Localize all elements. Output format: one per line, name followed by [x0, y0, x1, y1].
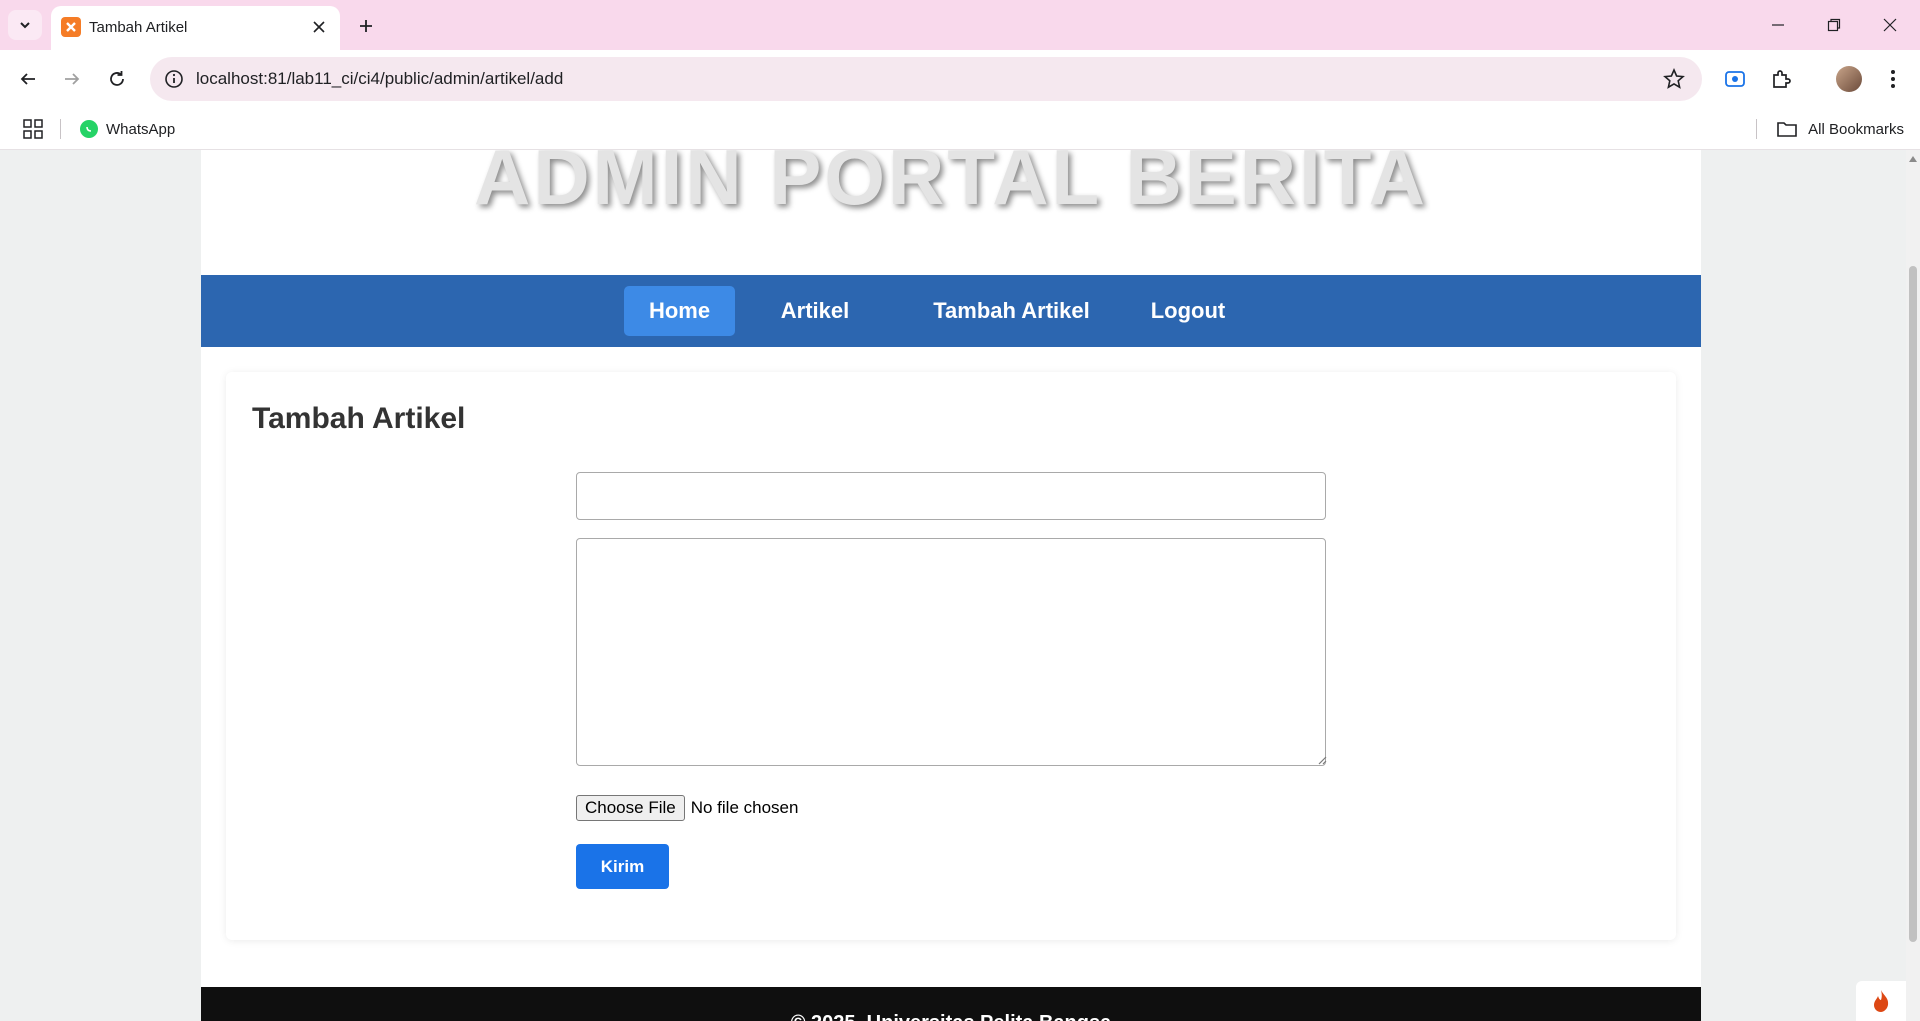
footer-text: © 2025, Universitas Pelita Bangsa — [201, 1012, 1701, 1021]
site-footer: © 2025, Universitas Pelita Bangsa — [201, 987, 1701, 1021]
reload-button[interactable] — [102, 64, 132, 94]
page-title: Tambah Artikel — [252, 402, 466, 435]
submit-button[interactable]: Kirim — [576, 844, 669, 889]
scroll-thumb[interactable] — [1909, 266, 1917, 942]
reload-icon — [110, 71, 124, 86]
scroll-up-arrow-icon[interactable] — [1909, 156, 1917, 162]
content-textarea[interactable] — [576, 538, 1326, 766]
file-upload: Choose File No file chosen — [576, 795, 798, 821]
tab-search-button[interactable] — [8, 10, 42, 40]
file-status: No file chosen — [690, 798, 799, 817]
nav-item-home[interactable]: Home — [624, 286, 735, 336]
all-bookmarks-label: All Bookmarks — [1808, 120, 1904, 138]
site-header: ADMIN PORTAL BERITA — [201, 150, 1701, 275]
flame-icon — [1874, 990, 1889, 1012]
arrow-right-icon — [65, 73, 80, 85]
menu-button[interactable] — [1880, 66, 1906, 92]
page-container: ADMIN PORTAL BERITA Home Artikel Tambah … — [201, 150, 1701, 1021]
bookmark-separator — [60, 119, 61, 139]
bookmark-separator — [1756, 119, 1757, 139]
puzzle-icon — [1773, 70, 1791, 88]
all-bookmarks-button[interactable]: All Bookmarks — [1776, 116, 1904, 142]
bookmarks-bar: WhatsApp All Bookmarks — [0, 108, 1920, 150]
minimize-icon — [1772, 24, 1784, 26]
nav-item-logout[interactable]: Logout — [1121, 286, 1255, 336]
active-tab[interactable]: Tambah Artikel — [51, 6, 340, 50]
new-tab-button[interactable] — [352, 12, 380, 40]
nav-item-tambah-artikel[interactable]: Tambah Artikel — [923, 286, 1100, 336]
restore-button[interactable] — [1806, 0, 1862, 50]
page-scrollbar[interactable] — [1906, 150, 1920, 1021]
tab-strip: Tambah Artikel — [0, 0, 1920, 50]
profile-avatar[interactable] — [1836, 66, 1862, 92]
bookmark-label: WhatsApp — [106, 120, 176, 138]
form-card: Tambah Artikel Choose File No file chose… — [226, 372, 1676, 940]
folder-icon — [1777, 122, 1797, 137]
extensions-button[interactable] — [1768, 66, 1794, 92]
screen-capture-button[interactable] — [1722, 66, 1748, 92]
title-input[interactable] — [576, 472, 1326, 520]
browser-toolbar: localhost:81/lab11_ci/ci4/public/admin/a… — [0, 50, 1920, 108]
site-title: ADMIN PORTAL BERITA — [474, 150, 1428, 221]
resize-grip-icon[interactable] — [1317, 755, 1327, 765]
arrow-left-icon — [20, 73, 35, 85]
page-viewport: ADMIN PORTAL BERITA Home Artikel Tambah … — [0, 150, 1906, 1021]
star-icon[interactable] — [1662, 67, 1686, 91]
back-button[interactable] — [13, 64, 43, 94]
plus-icon — [360, 20, 372, 32]
close-icon — [1883, 18, 1897, 32]
restore-icon — [1827, 18, 1841, 32]
close-window-button[interactable] — [1862, 0, 1918, 50]
tab-title: Tambah Artikel — [89, 19, 188, 36]
whatsapp-icon — [80, 120, 98, 138]
chevron-down-icon — [20, 22, 30, 29]
bookmark-whatsapp[interactable]: WhatsApp — [80, 116, 175, 142]
minimize-button[interactable] — [1750, 0, 1806, 50]
xampp-favicon-icon — [61, 17, 81, 37]
info-icon[interactable] — [164, 69, 184, 89]
forward-button[interactable] — [57, 64, 87, 94]
debug-toolbar-toggle[interactable] — [1856, 981, 1906, 1021]
address-bar[interactable]: localhost:81/lab11_ci/ci4/public/admin/a… — [150, 57, 1702, 101]
nav-item-artikel[interactable]: Artikel — [756, 286, 874, 336]
url-text[interactable]: localhost:81/lab11_ci/ci4/public/admin/a… — [196, 69, 563, 89]
more-vertical-icon — [1891, 70, 1895, 88]
apps-grid-icon[interactable] — [22, 118, 44, 140]
camera-icon — [1725, 71, 1745, 87]
main-navbar: Home Artikel Tambah Artikel Logout — [201, 275, 1701, 347]
close-tab-icon[interactable] — [308, 16, 330, 38]
choose-file-button[interactable]: Choose File — [576, 795, 685, 821]
